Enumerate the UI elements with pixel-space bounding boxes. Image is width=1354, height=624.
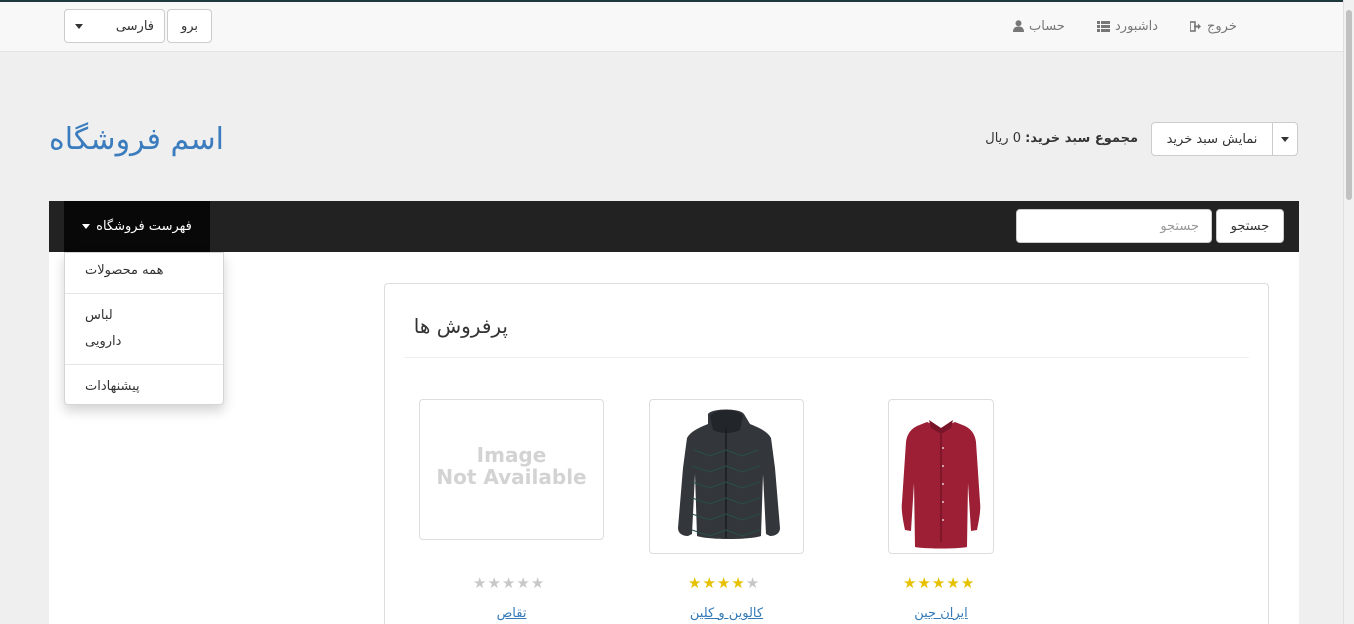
product-image-jacket[interactable] (649, 399, 804, 554)
star-icon: ★ (487, 574, 501, 592)
user-icon (1013, 20, 1024, 32)
product-name[interactable]: ایران جین (888, 606, 994, 621)
product-image-placeholder[interactable]: Image Not Available (419, 399, 604, 540)
bestsellers-title: پرفروش ها (413, 314, 508, 338)
store-menu-toggle[interactable]: فهرست فروشگاه (64, 201, 210, 252)
go-button[interactable]: برو (167, 9, 212, 43)
product-name[interactable]: کالوین و کلین (649, 606, 804, 621)
image-not-available-text: Image Not Available (420, 444, 603, 488)
list-icon (1097, 20, 1110, 32)
logout-label: خروج (1207, 18, 1237, 34)
star-icon: ★ (501, 574, 516, 592)
image-na-line: Image (476, 443, 547, 467)
product-rating: ★ ★ ★ ★ ★ (688, 576, 759, 591)
star-icon: ★ (702, 574, 716, 592)
search-button[interactable]: جستجو (1216, 209, 1284, 243)
scrollbar-thumb[interactable] (1346, 10, 1352, 200)
store-menu-dropdown: همه محصولات لباس دارویی پیشنهادات (64, 252, 224, 405)
account-link[interactable]: حساب (1013, 17, 1065, 35)
account-label: حساب (1029, 18, 1065, 34)
shirt-image (901, 420, 981, 549)
store-menu-label: فهرست فروشگاه (96, 219, 192, 234)
chevron-down-icon (1281, 136, 1289, 142)
menu-divider (65, 364, 223, 365)
product-name[interactable]: تقاص (419, 606, 604, 621)
star-icon: ★ (931, 574, 946, 592)
product-image-shirt[interactable] (888, 399, 994, 554)
menu-divider (65, 293, 223, 294)
star-icon: ★ (473, 574, 487, 592)
dashboard-label: داشبورد (1115, 18, 1158, 34)
search-input[interactable]: جستجو (1016, 209, 1212, 243)
sign-out-icon (1190, 20, 1201, 32)
star-icon: ★ (688, 574, 702, 592)
logout-link[interactable]: خروج (1190, 17, 1237, 35)
star-icon: ★ (917, 574, 931, 592)
star-icon: ★ (903, 574, 917, 592)
menu-item-offers[interactable]: پیشنهادات (85, 379, 140, 394)
show-cart-button[interactable]: نمایش سبد خرید (1151, 122, 1273, 156)
product-rating: ★ ★ ★ ★ ★ (473, 576, 544, 591)
star-icon: ★ (946, 574, 960, 592)
dashboard-link[interactable]: داشبورد (1097, 17, 1158, 35)
product-rating: ★ ★ ★ ★ ★ (903, 576, 974, 591)
jacket-image (678, 409, 780, 539)
panel-divider (404, 357, 1249, 358)
star-icon: ★ (731, 574, 745, 592)
language-select[interactable]: فارسی (64, 9, 165, 43)
menu-item-clothing[interactable]: لباس (85, 308, 113, 323)
cart-total-label: مجموع سبد خرید: (1025, 131, 1138, 146)
chevron-down-icon (82, 224, 91, 229)
menu-item-all-products[interactable]: همه محصولات (85, 263, 163, 278)
star-icon: ★ (745, 574, 760, 592)
language-select-value: فارسی (115, 18, 154, 34)
star-icon: ★ (960, 574, 975, 592)
star-icon: ★ (716, 574, 731, 592)
menu-item-pharmacy[interactable]: دارویی (85, 334, 121, 349)
cart-total-value: 0 ریال (985, 131, 1021, 146)
star-icon: ★ (516, 574, 530, 592)
cart-total: مجموع سبد خرید: 0 ریال (985, 131, 1138, 146)
main-navbar: فهرست فروشگاه جستجو جستجو (49, 201, 1299, 252)
store-name[interactable]: اسم فروشگاه (49, 122, 224, 157)
search-placeholder: جستجو (1160, 218, 1199, 234)
page-scrollbar[interactable] (1343, 0, 1354, 624)
cart-dropdown-toggle[interactable] (1272, 122, 1298, 156)
star-icon: ★ (530, 574, 545, 592)
image-na-line: Not Available (436, 465, 587, 489)
chevron-down-icon (75, 23, 83, 29)
